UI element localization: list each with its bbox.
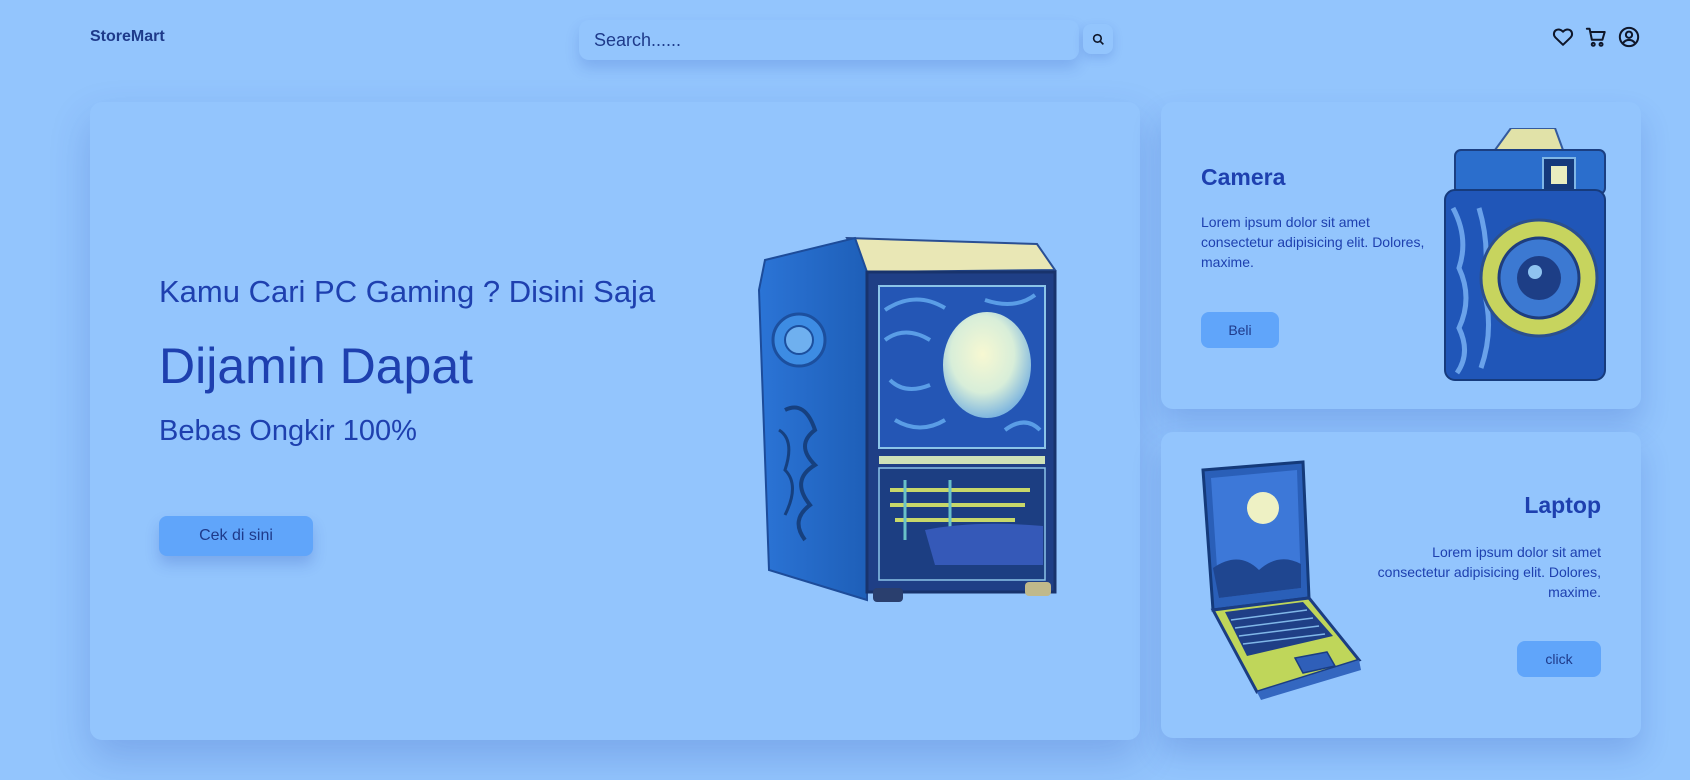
pc-case-image (757, 236, 1057, 602)
product-card-camera: Camera Lorem ipsum dolor sit amet consec… (1161, 102, 1641, 409)
navbar: StoreMart (0, 0, 1690, 78)
card-description: Lorem ipsum dolor sit amet consectetur a… (1201, 214, 1425, 270)
hero-banner: Kamu Cari PC Gaming ? Disini Saja Dijami… (90, 102, 1140, 740)
product-card-laptop: Laptop Lorem ipsum dolor sit amet consec… (1161, 432, 1641, 738)
search-bar (579, 20, 1079, 60)
hero-subtitle: Kamu Cari PC Gaming ? Disini Saja (159, 274, 656, 309)
nav-icons (1551, 25, 1641, 49)
card-title: Camera (1201, 164, 1286, 190)
search-icon (1092, 33, 1104, 45)
cart-icon (1585, 27, 1606, 47)
heart-icon (1552, 28, 1574, 46)
laptop-image (1201, 460, 1362, 700)
search-input[interactable] (579, 20, 1079, 60)
click-button[interactable]: click (1517, 641, 1601, 677)
user-icon (1618, 26, 1640, 48)
hero-note: Bebas Ongkir 100% (159, 415, 417, 447)
buy-button[interactable]: Beli (1201, 312, 1279, 348)
wishlist-button[interactable] (1551, 25, 1575, 49)
cart-button[interactable] (1584, 25, 1608, 49)
account-button[interactable] (1617, 25, 1641, 49)
card-description: Lorem ipsum dolor sit amet consectetur a… (1377, 544, 1601, 600)
brand-logo[interactable]: StoreMart (90, 28, 165, 46)
search-button[interactable] (1083, 24, 1113, 54)
camera-image (1444, 128, 1606, 381)
card-title: Laptop (1524, 492, 1601, 518)
hero-title: Dijamin Dapat (159, 338, 474, 394)
hero-cta-button[interactable]: Cek di sini (159, 516, 313, 556)
